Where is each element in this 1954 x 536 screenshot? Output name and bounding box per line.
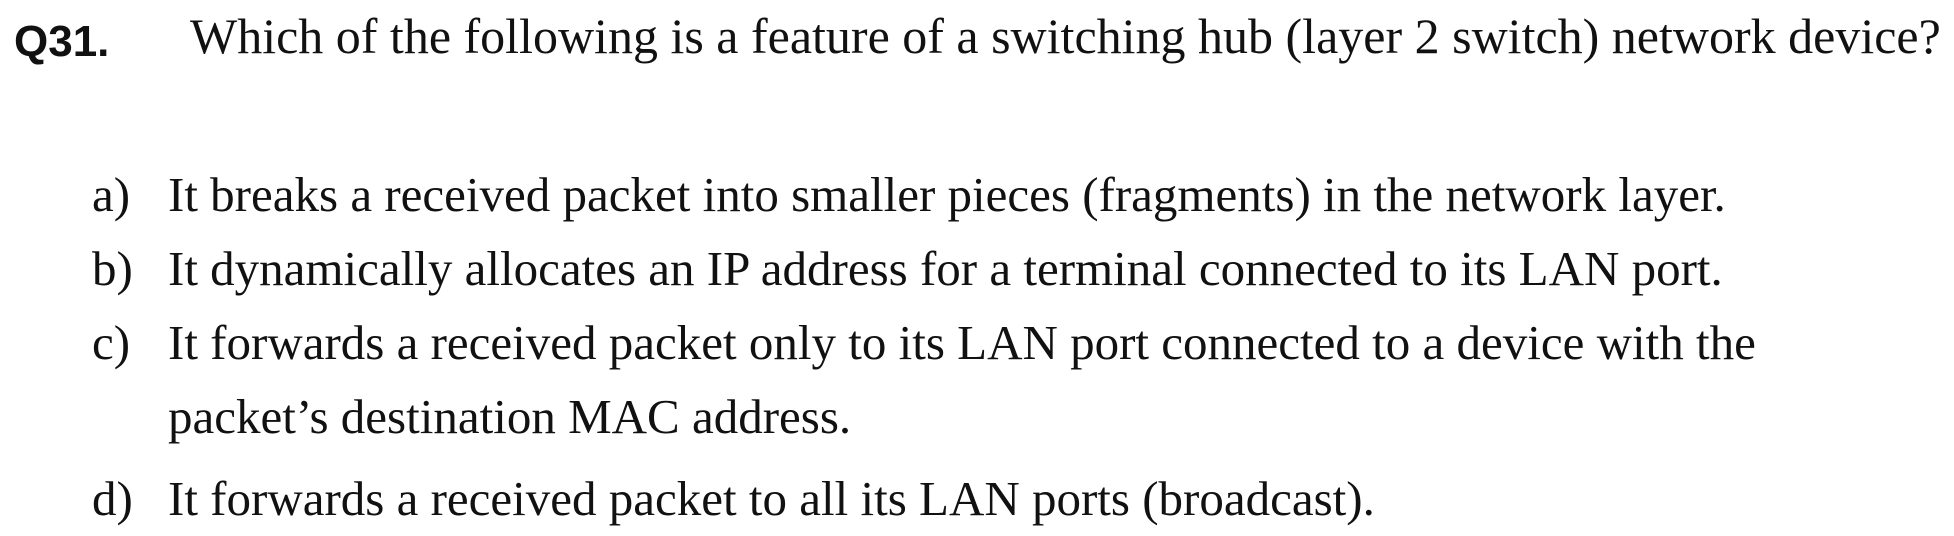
option-letter: d) — [92, 471, 133, 526]
option-text-line-2: packet’s destination MAC address. — [168, 389, 852, 444]
option-c: c) It forwards a received packet only to… — [0, 306, 1954, 454]
option-text: It breaks a received packet into smaller… — [168, 167, 1726, 222]
option-text-line-1: It forwards a received packet only to it… — [168, 315, 1756, 370]
option-d: d) It forwards a received packet to all … — [0, 462, 1954, 536]
question-number: Q31. — [14, 17, 110, 66]
question-text: Which of the following is a feature of a… — [190, 8, 1941, 64]
answer-options: a) It breaks a received packet into smal… — [0, 158, 1954, 536]
option-a: a) It breaks a received packet into smal… — [0, 158, 1954, 232]
option-text: It dynamically allocates an IP address f… — [168, 241, 1723, 296]
question: Q31. Which of the following is a feature… — [14, 6, 1944, 66]
option-letter: b) — [92, 241, 133, 296]
option-letter: c) — [92, 315, 131, 370]
option-letter: a) — [92, 167, 131, 222]
option-b: b) It dynamically allocates an IP addres… — [0, 232, 1954, 306]
option-text: It forwards a received packet to all its… — [168, 471, 1375, 526]
